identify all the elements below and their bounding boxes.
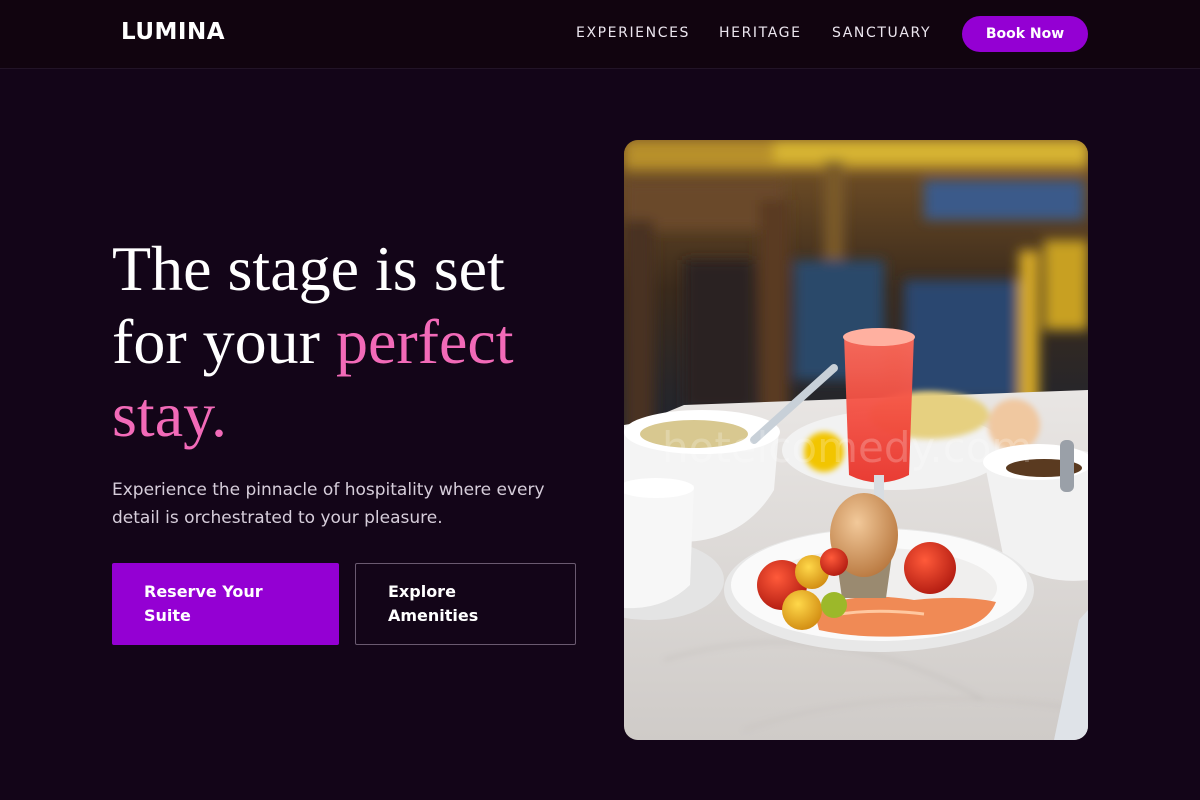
nav-link-experiences[interactable]: EXPERIENCES — [576, 25, 690, 41]
image-watermark: hotelcomedy.com — [662, 423, 1032, 472]
nav-link-heritage[interactable]: HERITAGE — [719, 25, 802, 41]
explore-amenities-button[interactable]: Explore Amenities — [355, 563, 576, 645]
nav-link-sanctuary[interactable]: SANCTUARY — [832, 25, 931, 41]
top-nav-bar: LUMINA EXPERIENCES HERITAGE SANCTUARY Bo… — [0, 0, 1200, 69]
hero-headline: The stage is set for your perfect stay. — [112, 232, 592, 451]
hero-breakfast-image: hotelcomedy.com — [624, 140, 1088, 740]
reserve-suite-button[interactable]: Reserve Your Suite — [112, 563, 339, 645]
book-now-button[interactable]: Book Now — [962, 16, 1088, 52]
breakfast-photo-illustration: hotelcomedy.com — [624, 140, 1088, 740]
hero-subtext: Experience the pinnacle of hospitality w… — [112, 480, 545, 528]
